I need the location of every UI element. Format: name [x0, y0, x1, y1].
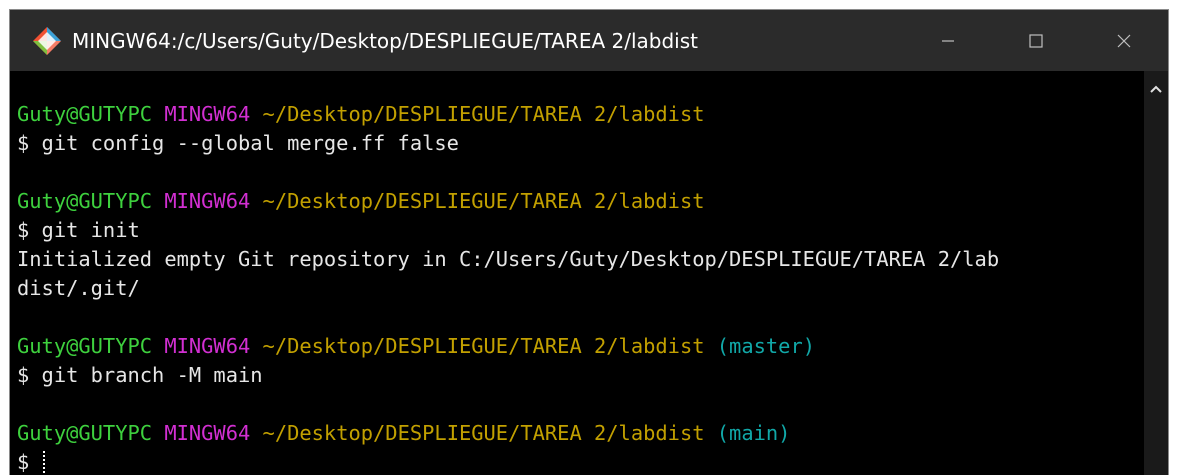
- output-line: dist/.git/: [17, 276, 140, 300]
- title-bar[interactable]: MINGW64:/c/Users/Guty/Desktop/DESPLIEGUE…: [10, 10, 1168, 71]
- window-title: MINGW64:/c/Users/Guty/Desktop/DESPLIEGUE…: [72, 28, 698, 53]
- prompt-user: Guty@GUTYPC: [17, 102, 153, 126]
- close-button[interactable]: [1080, 10, 1168, 71]
- maximize-icon: [1029, 33, 1043, 48]
- vertical-scrollbar[interactable]: [1144, 71, 1168, 475]
- minimize-icon: [942, 39, 954, 42]
- scroll-up-button[interactable]: [1144, 79, 1168, 99]
- prompt-user: Guty@GUTYPC: [17, 334, 153, 358]
- prompt-path: ~/Desktop/DESPLIEGUE/TAREA 2/labdist: [262, 421, 705, 445]
- prompt-line: Guty@GUTYPC MINGW64 ~/Desktop/DESPLIEGUE…: [17, 419, 1144, 448]
- prompt-path: ~/Desktop/DESPLIEGUE/TAREA 2/labdist: [262, 189, 705, 213]
- command-line[interactable]: $: [17, 448, 1144, 475]
- prompt-system: MINGW64: [164, 189, 251, 213]
- git-bash-icon: [30, 24, 64, 58]
- close-icon: [1117, 34, 1131, 47]
- terminal-output[interactable]: Guty@GUTYPC MINGW64 ~/Desktop/DESPLIEGUE…: [10, 71, 1144, 475]
- prompt-path: ~/Desktop/DESPLIEGUE/TAREA 2/labdist: [262, 102, 705, 126]
- chevron-up-icon: [1150, 85, 1162, 93]
- prompt-path: ~/Desktop/DESPLIEGUE/TAREA 2/labdist: [262, 334, 705, 358]
- prompt-symbol: $: [17, 450, 42, 474]
- window-controls: [904, 10, 1168, 71]
- prompt-line: Guty@GUTYPC MINGW64 ~/Desktop/DESPLIEGUE…: [17, 332, 1144, 361]
- prompt-branch: (master): [716, 334, 815, 358]
- command-line: $ git init: [17, 218, 140, 242]
- prompt-line: Guty@GUTYPC MINGW64 ~/Desktop/DESPLIEGUE…: [17, 187, 1144, 216]
- output-line: Initialized empty Git repository in C:/U…: [17, 247, 1000, 271]
- prompt-user: Guty@GUTYPC: [17, 189, 153, 213]
- prompt-system: MINGW64: [164, 334, 251, 358]
- prompt-system: MINGW64: [164, 102, 251, 126]
- minimize-button[interactable]: [904, 10, 992, 71]
- terminal-window: MINGW64:/c/Users/Guty/Desktop/DESPLIEGUE…: [10, 10, 1168, 475]
- text-cursor: [42, 451, 46, 473]
- command-line: $ git config --global merge.ff false: [17, 131, 459, 155]
- command-line: $ git branch -M main: [17, 363, 263, 387]
- prompt-system: MINGW64: [164, 421, 251, 445]
- prompt-branch: (main): [716, 421, 791, 445]
- prompt-user: Guty@GUTYPC: [17, 421, 153, 445]
- prompt-line: Guty@GUTYPC MINGW64 ~/Desktop/DESPLIEGUE…: [17, 100, 1144, 129]
- maximize-button[interactable]: [992, 10, 1080, 71]
